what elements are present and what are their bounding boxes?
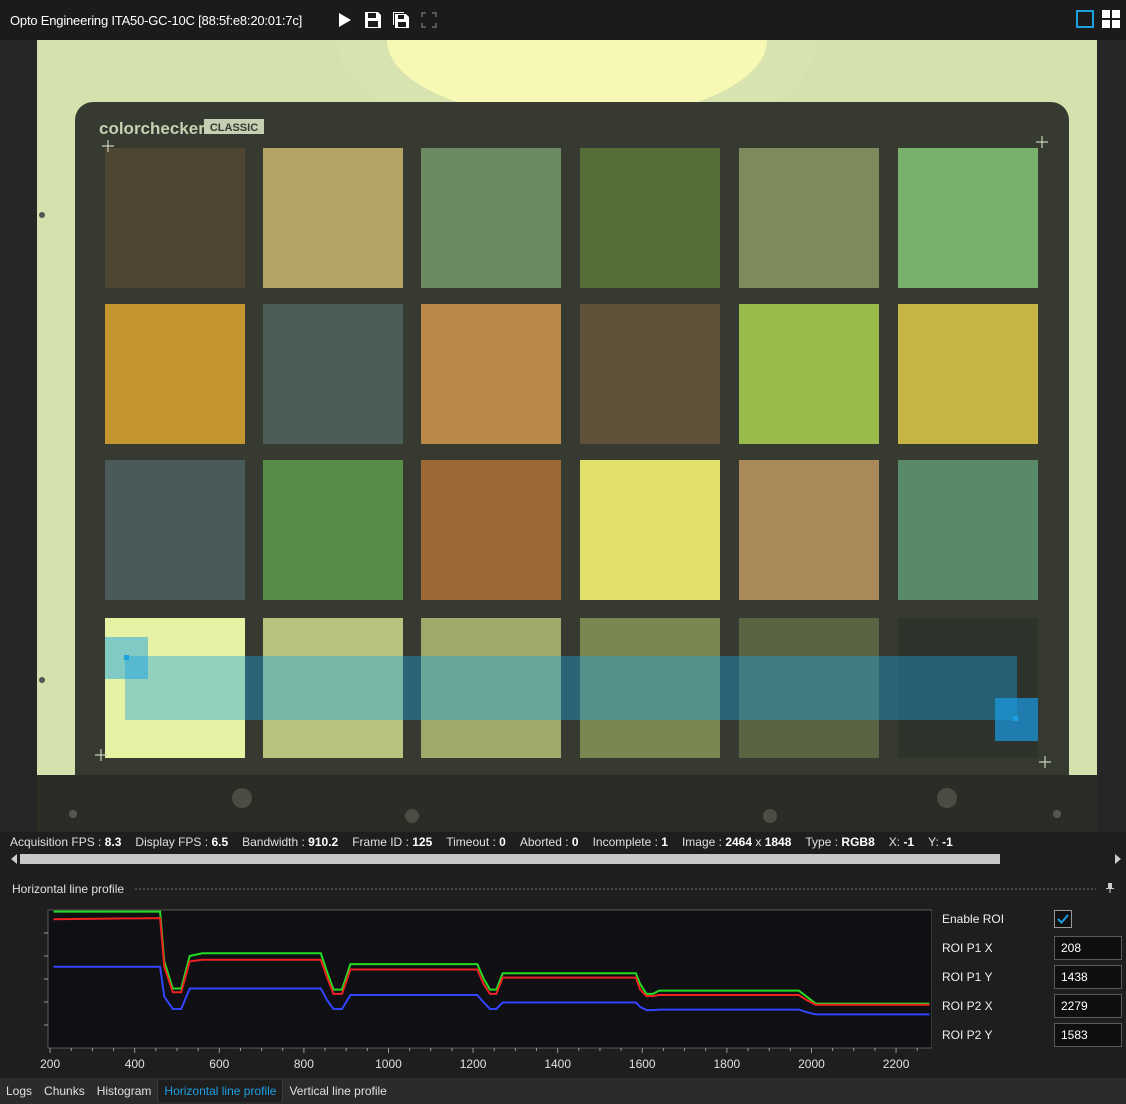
color-patch: [580, 460, 720, 600]
roi-p1y-row: ROI P1 Y: [942, 962, 1126, 991]
color-patch: [105, 148, 245, 288]
fullscreen-button[interactable]: [418, 9, 440, 31]
single-view-button[interactable]: [1076, 10, 1094, 33]
roi-p1x-label: ROI P1 X: [942, 940, 993, 955]
timeout: Timeout : 0: [446, 835, 506, 849]
roi-settings: Enable ROI ROI P1 X ROI P1 Y ROI P2 X RO…: [942, 904, 1126, 1049]
color-patch: [898, 304, 1038, 444]
color-patch: [421, 304, 561, 444]
x-tick-label: 2000: [798, 1057, 825, 1071]
grid-view-icon: [1102, 10, 1120, 28]
roi-p2y-row: ROI P2 Y: [942, 1020, 1126, 1049]
pin-icon[interactable]: [1106, 882, 1114, 896]
roi-p2y-input[interactable]: [1054, 1022, 1122, 1047]
roi-p2x-row: ROI P2 X: [942, 991, 1126, 1020]
window-title: Opto Engineering ITA50-GC-10C [88:5f:e8:…: [10, 12, 303, 28]
tab-horizontal-line-profile[interactable]: Horizontal line profile: [157, 1080, 284, 1102]
panel-header: Horizontal line profile: [0, 878, 1126, 900]
horizontal-scrollbar[interactable]: [0, 852, 1126, 866]
enable-roi-row: Enable ROI: [942, 904, 1126, 933]
save-icon: [365, 12, 382, 28]
plot-area: [47, 909, 932, 1049]
x-tick-label: 200: [40, 1057, 60, 1071]
roi-p1x-input[interactable]: [1054, 935, 1122, 960]
x-tick-label: 1600: [629, 1057, 656, 1071]
x-tick-label: 600: [209, 1057, 229, 1071]
color-patch: [898, 460, 1038, 600]
view-mode-buttons: [1076, 10, 1120, 33]
panel-grip[interactable]: [134, 886, 1096, 892]
tab-vertical-line-profile[interactable]: Vertical line profile: [283, 1080, 392, 1102]
cursor-x: X: -1: [888, 835, 915, 849]
color-patch: [105, 304, 245, 444]
enable-roi-label: Enable ROI: [942, 911, 1005, 926]
image-viewer[interactable]: colorchecker CLASSIC: [0, 40, 1126, 832]
incomplete: Incomplete : 1: [592, 835, 668, 849]
x-tick-label: 1800: [714, 1057, 741, 1071]
checkmark-icon: [1057, 913, 1069, 924]
bandwidth: Bandwidth : 910.2: [242, 835, 339, 849]
save-all-icon: [393, 12, 410, 28]
enable-roi-checkbox[interactable]: [1054, 909, 1072, 928]
color-patch: [105, 460, 245, 600]
aborted: Aborted : 0: [519, 835, 579, 849]
scrollbar-thumb[interactable]: [20, 854, 1000, 864]
bottom-tabs: Logs Chunks Histogram Horizontal line pr…: [0, 1078, 1126, 1104]
cursor-y: Y: -1: [928, 835, 953, 849]
x-tick-label: 800: [294, 1057, 314, 1071]
play-icon: [339, 13, 352, 27]
color-patch: [263, 148, 403, 288]
color-patch: [898, 148, 1038, 288]
play-button[interactable]: [334, 9, 356, 31]
pixel-type: Type : RGB8: [805, 835, 875, 849]
fullscreen-icon: [421, 12, 437, 28]
roi-p2x-label: ROI P2 X: [942, 998, 993, 1013]
roi-p2x-input[interactable]: [1054, 993, 1122, 1018]
color-patch: [263, 304, 403, 444]
camera-image[interactable]: colorchecker CLASSIC: [37, 40, 1097, 832]
x-tick-label: 1200: [460, 1057, 487, 1071]
x-tick-label: 1400: [544, 1057, 571, 1071]
color-patch: [263, 460, 403, 600]
color-patch: [739, 148, 879, 288]
roi-p1y-input[interactable]: [1054, 964, 1122, 989]
card-brand-text: colorchecker: [99, 119, 205, 138]
color-patch: [739, 460, 879, 600]
tab-logs[interactable]: Logs: [0, 1080, 38, 1102]
roi-p2y-label: ROI P2 Y: [942, 1027, 993, 1042]
x-tick-label: 1000: [375, 1057, 402, 1071]
x-tick-label: 400: [125, 1057, 145, 1071]
frame-id: Frame ID : 125: [352, 835, 433, 849]
x-tick-label: 2200: [883, 1057, 910, 1071]
image-size: Image : 2464 x 1848: [681, 835, 792, 849]
single-view-icon: [1076, 10, 1094, 28]
status-bar: Acquisition FPS : 8.3 Display FPS : 6.5 …: [0, 832, 1126, 852]
toolbar: [328, 9, 440, 31]
roi-p1y-label: ROI P1 Y: [942, 969, 993, 984]
tab-histogram[interactable]: Histogram: [91, 1080, 158, 1102]
scroll-left-icon[interactable]: [10, 854, 18, 864]
scroll-right-icon[interactable]: [1114, 854, 1122, 864]
color-patch: [739, 304, 879, 444]
color-patch: [421, 460, 561, 600]
acquisition-fps: Acquisition FPS : 8.3: [10, 835, 122, 849]
panel-title: Horizontal line profile: [12, 882, 125, 896]
grid-view-button[interactable]: [1102, 10, 1120, 33]
roi-rectangle[interactable]: [125, 656, 1017, 720]
line-profile-chart: 200 400 600 800 1000 1200 1400 1600 1800 2000 2200: [40, 909, 932, 1071]
color-patch: [580, 304, 720, 444]
card-brand-badge: CLASSIC: [210, 122, 258, 134]
tab-chunks[interactable]: Chunks: [38, 1080, 91, 1102]
roi-p1x-row: ROI P1 X: [942, 933, 1126, 962]
color-patch: [580, 148, 720, 288]
title-bar: Opto Engineering ITA50-GC-10C [88:5f:e8:…: [0, 0, 1126, 40]
line-profile-plot: 200 400 600 800 1000 1200 1400 1600 1800 2000 2200: [8, 902, 932, 1076]
color-patch: [421, 148, 561, 288]
display-fps: Display FPS : 6.5: [135, 835, 229, 849]
save-all-button[interactable]: [390, 9, 412, 31]
save-button[interactable]: [362, 9, 384, 31]
